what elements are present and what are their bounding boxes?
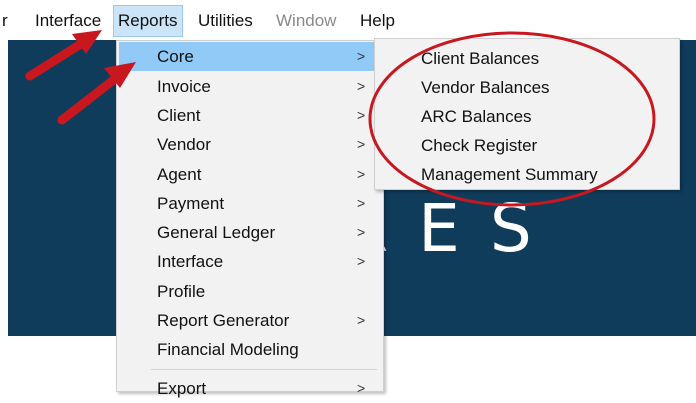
menu-item-payment[interactable]: Payment >: [119, 189, 381, 218]
reports-dropdown: Core > Invoice > Client > Vendor > Agent…: [116, 40, 384, 398]
submenu-item-client-balances[interactable]: Client Balances: [377, 44, 677, 73]
menu-item-label: Interface: [157, 252, 224, 271]
menu-item-invoice[interactable]: Invoice >: [119, 72, 381, 101]
submenu-item-label: Management Summary: [421, 165, 598, 184]
submenu-item-label: Check Register: [421, 136, 538, 155]
menu-item-general-ledger[interactable]: General Ledger >: [119, 218, 381, 247]
menu-item-label: Report Generator: [157, 311, 290, 330]
menu-reports[interactable]: Reports: [113, 5, 183, 37]
chevron-right-icon: >: [357, 107, 366, 123]
menu-interface[interactable]: Interface: [31, 6, 105, 36]
menu-item-label: Profile: [157, 282, 206, 301]
menu-item-label: Invoice: [157, 77, 211, 96]
menu-utilities[interactable]: Utilities: [194, 6, 257, 36]
chevron-right-icon: >: [357, 136, 366, 152]
chevron-right-icon: >: [357, 195, 366, 211]
menu-item-financial-modeling[interactable]: Financial Modeling: [119, 335, 381, 364]
core-submenu: Client Balances Vendor Balances ARC Bala…: [374, 38, 680, 190]
menu-item-vendor[interactable]: Vendor >: [119, 130, 381, 159]
menu-item-label: General Ledger: [157, 223, 276, 242]
menu-item-label: Vendor: [157, 135, 211, 154]
menu-window[interactable]: Window: [272, 6, 340, 36]
menu-item-label: Core: [157, 47, 194, 66]
menu-separator: [151, 369, 377, 370]
menu-item-profile[interactable]: Profile: [119, 277, 381, 306]
submenu-item-vendor-balances[interactable]: Vendor Balances: [377, 73, 677, 102]
menu-item-label: Payment: [157, 194, 225, 213]
submenu-item-arc-balances[interactable]: ARC Balances: [377, 102, 677, 131]
menu-help[interactable]: Help: [356, 6, 399, 36]
menu-file-partial[interactable]: r: [0, 6, 12, 36]
menu-item-label: Agent: [157, 165, 202, 184]
menu-item-label: Export: [157, 379, 207, 398]
chevron-right-icon: >: [357, 312, 366, 328]
menu-item-report-generator[interactable]: Report Generator >: [119, 306, 381, 335]
chevron-right-icon: >: [357, 48, 366, 64]
submenu-item-check-register[interactable]: Check Register: [377, 131, 677, 160]
menu-item-interface[interactable]: Interface >: [119, 247, 381, 276]
chevron-right-icon: >: [357, 380, 366, 396]
chevron-right-icon: >: [357, 253, 366, 269]
menu-item-agent[interactable]: Agent >: [119, 160, 381, 189]
submenu-item-label: ARC Balances: [421, 107, 532, 126]
menu-item-label: Financial Modeling: [157, 340, 299, 359]
chevron-right-icon: >: [357, 166, 366, 182]
menu-bar: r Interface Reports Utilities Window Hel…: [0, 0, 696, 40]
menu-item-export[interactable]: Export >: [119, 374, 381, 403]
submenu-item-label: Client Balances: [421, 49, 540, 68]
submenu-item-management-summary[interactable]: Management Summary: [377, 160, 677, 189]
menu-item-client[interactable]: Client >: [119, 101, 381, 130]
chevron-right-icon: >: [357, 78, 366, 94]
chevron-right-icon: >: [357, 224, 366, 240]
submenu-item-label: Vendor Balances: [421, 78, 550, 97]
menu-item-core[interactable]: Core >: [119, 42, 381, 71]
menu-item-label: Client: [157, 106, 201, 125]
